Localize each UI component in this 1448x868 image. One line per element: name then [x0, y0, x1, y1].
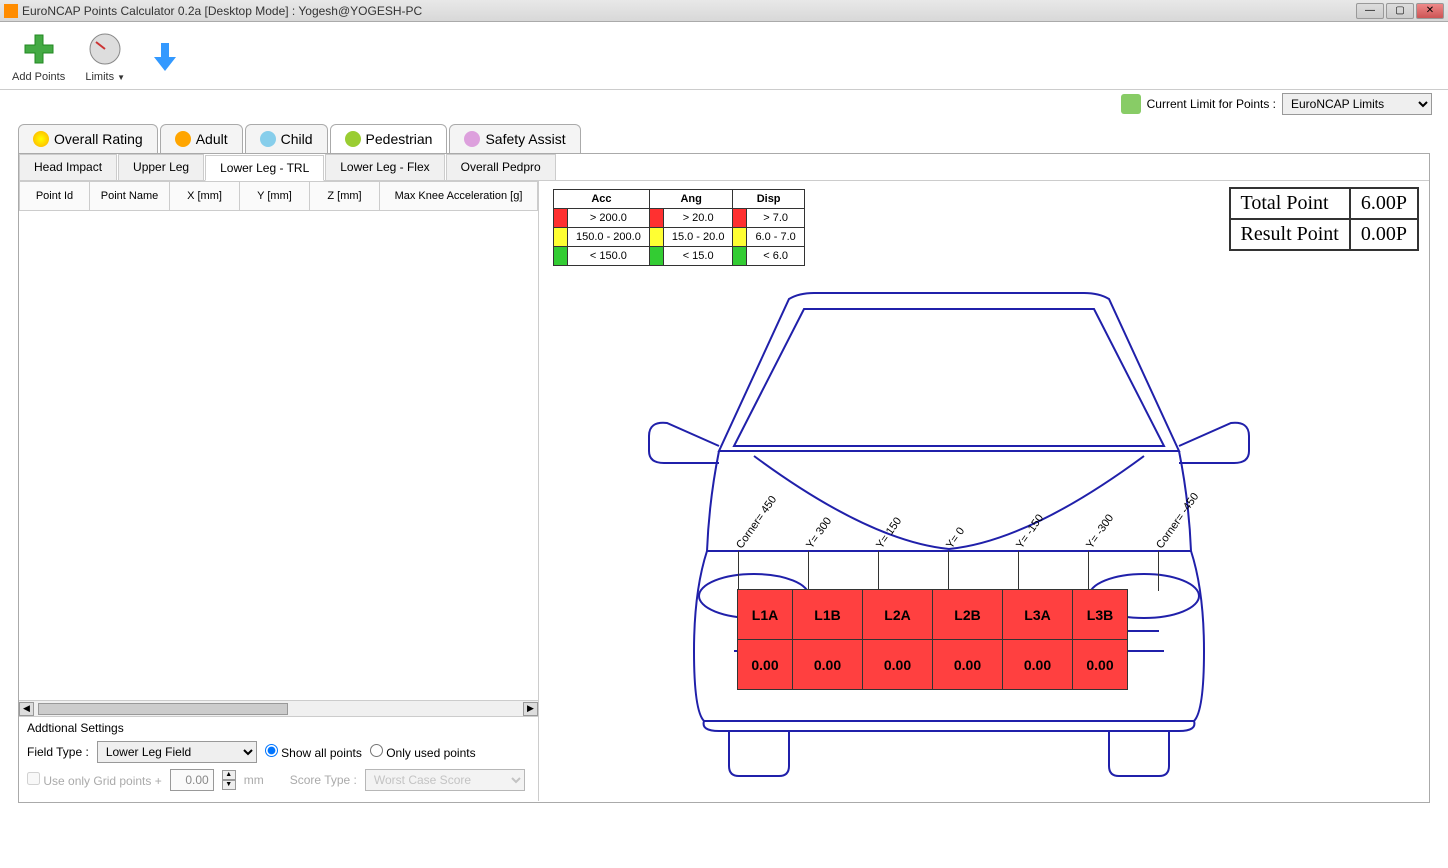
grid-value-input [170, 769, 214, 791]
maximize-button[interactable]: ▢ [1386, 3, 1414, 19]
scroll-left-icon[interactable]: ◀ [19, 702, 34, 716]
zone-L3B[interactable]: L3B [1073, 590, 1128, 640]
subtab-upper-leg[interactable]: Upper Leg [118, 154, 204, 180]
score-type-label: Score Type : [290, 773, 357, 787]
additional-settings: Addtional Settings Field Type : Lower Le… [19, 716, 538, 801]
settings-title: Addtional Settings [27, 721, 530, 735]
close-button[interactable]: ✕ [1416, 3, 1444, 19]
swatch-yellow [554, 228, 568, 247]
col-y[interactable]: Y [mm] [240, 182, 310, 211]
tab-adult[interactable]: Adult [160, 124, 243, 153]
safety-icon [464, 131, 480, 147]
pedestrian-icon [345, 131, 361, 147]
show-all-radio[interactable]: Show all points [265, 744, 362, 760]
window-controls: — ▢ ✕ [1356, 3, 1444, 19]
left-pane: Point Id Point Name X [mm] Y [mm] Z [mm]… [19, 181, 539, 801]
app-icon [4, 4, 18, 18]
total-point-value: 6.00P [1350, 188, 1418, 219]
swatch-red [554, 209, 568, 228]
horizontal-scrollbar[interactable]: ◀ ▶ [19, 700, 538, 716]
plus-icon [19, 29, 59, 69]
grid-spinner: ▲▼ [222, 770, 236, 790]
download-button[interactable] [145, 36, 185, 76]
gauge-icon [85, 29, 125, 69]
impact-zones: L1A L1B L2A L2B L3A L3B 0.00 0.00 0.00 0… [737, 589, 1128, 690]
subtab-lower-leg-trl[interactable]: Lower Leg - TRL [205, 155, 324, 181]
limits-button[interactable]: Limits ▼ [85, 29, 125, 83]
adult-icon [175, 131, 191, 147]
zone-val-0[interactable]: 0.00 [738, 640, 793, 690]
add-points-label: Add Points [12, 71, 65, 83]
tab-overall-rating[interactable]: Overall Rating [18, 124, 158, 153]
limits-bar: Current Limit for Points : EuroNCAP Limi… [0, 90, 1448, 118]
only-used-radio[interactable]: Only used points [370, 744, 476, 760]
subtab-overall-pedpro[interactable]: Overall Pedpro [446, 154, 556, 180]
content-frame: Head Impact Upper Leg Lower Leg - TRL Lo… [18, 153, 1430, 803]
result-point-label: Result Point [1230, 219, 1350, 250]
star-icon [33, 131, 49, 147]
points-table-body [19, 211, 538, 700]
col-max-knee[interactable]: Max Knee Acceleration [g] [380, 182, 538, 211]
arrow-down-icon [145, 36, 185, 76]
field-type-select[interactable]: Lower Leg Field [97, 741, 257, 763]
limits-select[interactable]: EuroNCAP Limits [1282, 93, 1432, 115]
scroll-right-icon[interactable]: ▶ [523, 702, 538, 716]
col-point-name[interactable]: Point Name [90, 182, 170, 211]
main-tabs: Overall Rating Adult Child Pedestrian Sa… [0, 124, 1448, 153]
zone-val-2[interactable]: 0.00 [863, 640, 933, 690]
zone-L2A[interactable]: L2A [863, 590, 933, 640]
grid-points-checkbox[interactable]: Use only Grid points + [27, 772, 162, 788]
grid-unit: mm [244, 773, 264, 787]
scroll-thumb[interactable] [38, 703, 288, 715]
zone-val-5[interactable]: 0.00 [1073, 640, 1128, 690]
results-table: Total Point6.00P Result Point0.00P [1229, 187, 1419, 251]
add-points-button[interactable]: Add Points [12, 29, 65, 83]
field-type-label: Field Type : [27, 745, 89, 759]
result-point-value: 0.00P [1350, 219, 1418, 250]
leaf-icon [1121, 94, 1141, 114]
zone-val-4[interactable]: 0.00 [1003, 640, 1073, 690]
points-table: Point Id Point Name X [mm] Y [mm] Z [mm]… [19, 181, 538, 211]
legend-table: AccAngDisp > 200.0> 20.0> 7.0 150.0 - 20… [553, 189, 805, 266]
col-z[interactable]: Z [mm] [310, 182, 380, 211]
tab-safety-assist[interactable]: Safety Assist [449, 124, 580, 153]
right-pane: AccAngDisp > 200.0> 20.0> 7.0 150.0 - 20… [539, 181, 1429, 801]
subtab-lower-leg-flex[interactable]: Lower Leg - Flex [325, 154, 444, 180]
swatch-green [554, 247, 568, 266]
zone-L1B[interactable]: L1B [793, 590, 863, 640]
tab-child[interactable]: Child [245, 124, 328, 153]
window-title: EuroNCAP Points Calculator 0.2a [Desktop… [22, 4, 1356, 18]
current-limit-label: Current Limit for Points : [1147, 97, 1276, 111]
zone-val-1[interactable]: 0.00 [793, 640, 863, 690]
main-toolbar: Add Points Limits ▼ [0, 22, 1448, 90]
col-x[interactable]: X [mm] [170, 182, 240, 211]
minimize-button[interactable]: — [1356, 3, 1384, 19]
total-point-label: Total Point [1230, 188, 1350, 219]
zone-L2B[interactable]: L2B [933, 590, 1003, 640]
spin-up-icon: ▲ [222, 770, 236, 780]
tab-pedestrian[interactable]: Pedestrian [330, 124, 448, 153]
car-diagram: Corner= 450 Y= 300 Y= 150 Y= 0 Y= -150 Y… [639, 291, 1259, 781]
titlebar: EuroNCAP Points Calculator 0.2a [Desktop… [0, 0, 1448, 22]
limits-label: Limits ▼ [85, 71, 125, 83]
sub-tabs: Head Impact Upper Leg Lower Leg - TRL Lo… [19, 154, 1429, 181]
col-point-id[interactable]: Point Id [20, 182, 90, 211]
spin-down-icon: ▼ [222, 780, 236, 790]
zone-val-3[interactable]: 0.00 [933, 640, 1003, 690]
child-icon [260, 131, 276, 147]
score-type-select: Worst Case Score [365, 769, 525, 791]
subtab-head-impact[interactable]: Head Impact [19, 154, 117, 180]
zone-L1A[interactable]: L1A [738, 590, 793, 640]
zone-L3A[interactable]: L3A [1003, 590, 1073, 640]
